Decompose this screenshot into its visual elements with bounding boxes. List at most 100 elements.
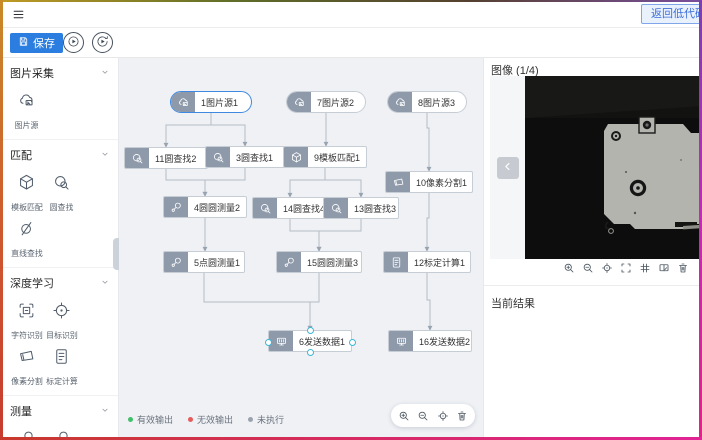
- legend-item: 未执行: [248, 413, 284, 426]
- measure-icon: [277, 252, 301, 272]
- ocr-icon: [17, 301, 36, 325]
- image-toolbar: [563, 262, 689, 274]
- node-label: 4圆圆测量2: [188, 201, 244, 214]
- sidebar-section-header[interactable]: 匹配: [10, 145, 110, 165]
- flow-edges: [119, 58, 483, 440]
- node-label: 5点圆测量1: [188, 256, 244, 269]
- circle-find-icon: [52, 173, 71, 197]
- flow-canvas[interactable]: 有效输出无效输出未执行 1图片源1 7图片源2 8图片源3 11圆查找2 3圆查找1 9模…: [119, 58, 483, 440]
- pixel-segment-icon: [17, 347, 36, 371]
- zoom-out-icon[interactable]: [417, 410, 429, 422]
- tool-模板匹配[interactable]: 模板匹配: [10, 173, 43, 211]
- template-match-icon: [284, 147, 308, 167]
- node-n11[interactable]: 11圆查找2: [124, 147, 208, 169]
- image-viewer: [490, 76, 702, 259]
- locate-icon[interactable]: [601, 262, 613, 274]
- node-label: 14圆查找4: [277, 202, 327, 215]
- panel-divider: [484, 285, 702, 286]
- node-n4[interactable]: 4圆圆测量2: [163, 196, 247, 218]
- node-label: 3圆查找1: [230, 151, 277, 164]
- status-legend: 有效输出无效输出未执行: [128, 413, 284, 426]
- save-label: 保存: [33, 35, 55, 51]
- node-n16[interactable]: 16发送数据2: [388, 330, 472, 352]
- node-label: 16发送数据2: [413, 335, 471, 348]
- legend-dot: [248, 417, 253, 422]
- tool-字符识别[interactable]: 字符识别: [10, 301, 43, 339]
- send-data-icon: [389, 331, 413, 351]
- line-find-icon: [17, 219, 36, 243]
- image-compare-icon[interactable]: [658, 262, 670, 274]
- grid-icon[interactable]: [639, 262, 651, 274]
- node-label: 9模板匹配1: [308, 151, 364, 164]
- node-label: 15圆圆测量3: [301, 256, 361, 269]
- app-header: 返回低代码: [0, 0, 702, 28]
- node-n14[interactable]: 14圆查找4: [252, 197, 328, 219]
- legend-dot: [188, 417, 193, 422]
- tool-圆查找[interactable]: 圆查找: [45, 173, 78, 211]
- image-source-icon: [287, 92, 311, 112]
- pixel-segment-icon: [386, 172, 410, 192]
- selection-handle[interactable]: [265, 339, 272, 346]
- node-n5[interactable]: 5点圆测量1: [163, 251, 245, 273]
- locate-icon[interactable]: [437, 410, 449, 422]
- chevron-down-icon: [100, 146, 110, 164]
- zoom-in-icon[interactable]: [398, 410, 410, 422]
- sidebar-section-header[interactable]: 深度学习: [10, 273, 110, 293]
- image-source-icon: [17, 91, 36, 115]
- save-button[interactable]: 保存: [10, 33, 63, 53]
- image-source-icon: [388, 92, 412, 112]
- right-panel: 图像 (1/4) 当前结果: [483, 58, 702, 440]
- trash-icon[interactable]: [677, 262, 689, 274]
- play-icon: [67, 35, 80, 51]
- image-nav-strip: [490, 76, 525, 259]
- calibration-icon: [52, 347, 71, 371]
- trash-icon[interactable]: [456, 410, 468, 422]
- node-label: 11圆查找2: [149, 152, 200, 165]
- run-continuous-button[interactable]: [92, 32, 113, 53]
- image-source-icon: [171, 92, 195, 112]
- node-label: 12标定计算1: [408, 256, 469, 269]
- node-label: 8图片源3: [412, 96, 459, 109]
- legend-dot: [128, 417, 133, 422]
- sidebar: 图片采集图片源匹配模板匹配圆查找直线查找深度学习字符识别目标识别像素分割标定计算…: [0, 58, 119, 440]
- tool-点圆测量[interactable]: 点圆测量: [45, 429, 78, 440]
- sidebar-collapse-handle[interactable]: [113, 238, 119, 270]
- node-n6[interactable]: 6发送数据1: [268, 330, 352, 352]
- run-once-button[interactable]: [63, 32, 84, 53]
- selection-handle[interactable]: [307, 327, 314, 334]
- back-to-lowcode-button[interactable]: 返回低代码: [641, 4, 702, 24]
- tool-像素分割[interactable]: 像素分割: [10, 347, 43, 385]
- node-n9[interactable]: 9模板匹配1: [283, 146, 367, 168]
- tool-直线查找[interactable]: 直线查找: [10, 219, 43, 257]
- menu-icon[interactable]: [12, 8, 26, 20]
- chevron-left-icon: [501, 160, 514, 176]
- previous-image-button[interactable]: [497, 157, 519, 179]
- selection-handle[interactable]: [349, 339, 356, 346]
- zoom-out-icon[interactable]: [582, 262, 594, 274]
- circle-find-icon: [206, 147, 230, 167]
- tool-圆圆测量[interactable]: 圆圆测量: [10, 429, 43, 440]
- zoom-in-icon[interactable]: [563, 262, 575, 274]
- node-n15[interactable]: 15圆圆测量3: [276, 251, 362, 273]
- node-n1[interactable]: 1图片源1: [170, 91, 252, 113]
- node-n13[interactable]: 13圆查找3: [323, 197, 399, 219]
- chevron-down-icon: [100, 274, 110, 292]
- node-n8[interactable]: 8图片源3: [387, 91, 467, 113]
- sidebar-section-header[interactable]: 测量: [10, 401, 110, 421]
- node-n12[interactable]: 12标定计算1: [383, 251, 471, 273]
- sidebar-section-header[interactable]: 图片采集: [10, 63, 110, 83]
- fullscreen-icon[interactable]: [620, 262, 632, 274]
- tool-目标识别[interactable]: 目标识别: [45, 301, 78, 339]
- node-n10[interactable]: 10像素分割1: [385, 171, 473, 193]
- node-n7[interactable]: 7图片源2: [286, 91, 366, 113]
- calibration-icon: [384, 252, 408, 272]
- canvas-zoom-toolbar: [391, 404, 475, 427]
- node-n3[interactable]: 3圆查找1: [205, 146, 285, 168]
- tool-标定计算[interactable]: 标定计算: [45, 347, 78, 385]
- tool-图片源[interactable]: 图片源: [10, 91, 43, 129]
- selection-handle[interactable]: [307, 349, 314, 356]
- circle-find-icon: [125, 148, 149, 168]
- chevron-down-icon: [100, 402, 110, 420]
- measure-icon: [164, 197, 188, 217]
- save-icon: [18, 36, 29, 50]
